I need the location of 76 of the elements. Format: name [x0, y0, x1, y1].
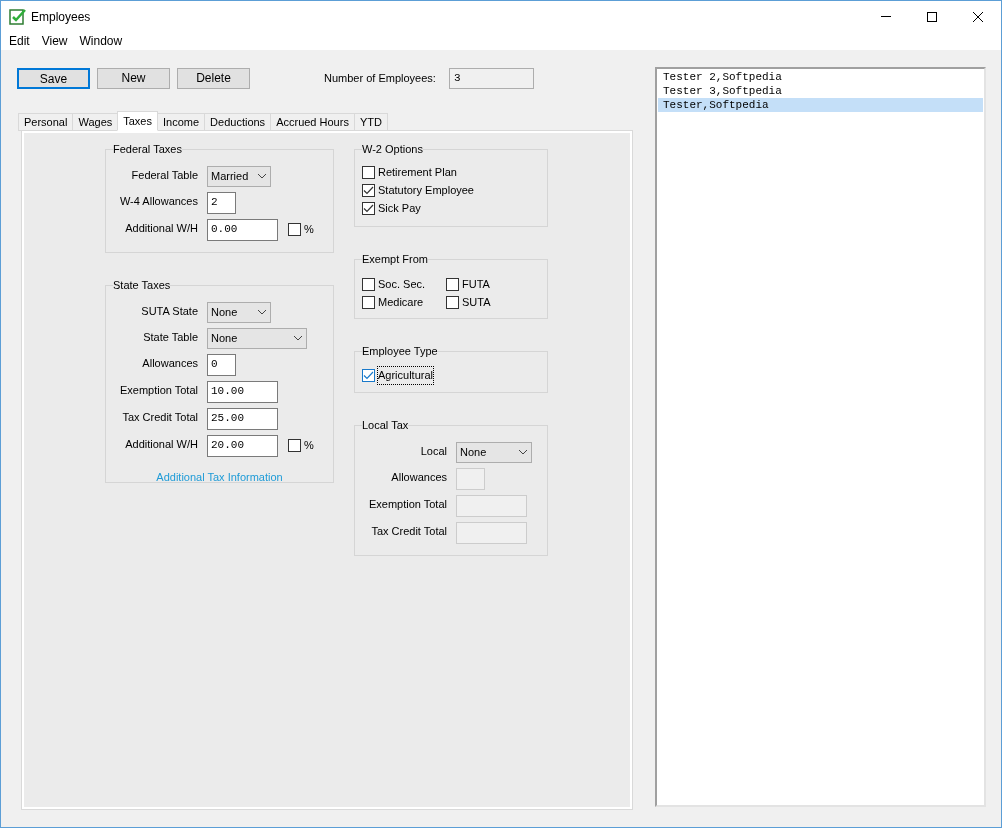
chevron-icon	[293, 335, 303, 341]
chevron-icon	[257, 173, 267, 179]
chevron-icon	[518, 449, 528, 455]
checkbox-label: Retirement Plan	[378, 165, 457, 181]
checkbox-label: Agricultural	[378, 367, 434, 384]
field-label: Tax Credit Total	[121, 409, 198, 425]
dropdown[interactable]: None	[456, 441, 532, 463]
checkbox[interactable]	[288, 223, 301, 236]
list-item[interactable]: Tester 3,Softpedia	[658, 84, 983, 98]
group-title: Employee Type	[362, 344, 438, 359]
input-field[interactable]: 20.00	[207, 434, 278, 457]
checkbox[interactable]	[362, 296, 375, 309]
count-field: 3	[448, 67, 534, 89]
group-title: Federal Taxes	[113, 142, 182, 157]
field-label: Exemption Total	[367, 496, 447, 512]
field-label: Allowances	[390, 469, 447, 485]
field-label: Tax Credit Total	[370, 523, 447, 539]
field-label: Exemption Total	[118, 382, 198, 398]
action-button[interactable]: Delete	[177, 67, 250, 89]
tab[interactable]: Personal	[18, 113, 74, 131]
minimize-icon	[881, 16, 891, 17]
action-button[interactable]: Save	[17, 67, 90, 89]
checkbox-label: FUTA	[462, 277, 490, 293]
group-title: Exempt From	[362, 252, 428, 267]
field-label: SUTA State	[140, 303, 198, 319]
check-icon	[363, 371, 374, 380]
tab[interactable]: Taxes	[117, 111, 158, 131]
menu-item[interactable]: Window	[73, 32, 129, 50]
checkbox-label: %	[304, 438, 314, 454]
count-label: Number of Employees:	[324, 70, 436, 86]
field-label: Federal Table	[130, 167, 198, 183]
field-label: Additional W/H	[124, 220, 198, 236]
checkbox-label: Sick Pay	[378, 201, 421, 217]
field-label: Local	[419, 443, 447, 459]
checkbox[interactable]	[362, 184, 375, 197]
menu-item[interactable]: View	[35, 32, 74, 50]
field-label: W-4 Allowances	[118, 193, 198, 209]
input-field[interactable]: 2	[207, 191, 236, 214]
checkbox-label: Medicare	[378, 295, 424, 311]
input-field[interactable]: 0	[207, 353, 236, 376]
group-title: Local Tax	[362, 418, 409, 433]
window-title: Employees	[31, 8, 91, 26]
tab[interactable]: YTD	[353, 113, 388, 131]
input-field[interactable]: 25.00	[207, 407, 278, 430]
checkbox[interactable]	[446, 278, 459, 291]
action-button[interactable]: New	[97, 67, 170, 89]
field-label: Allowances	[141, 355, 198, 371]
menu-item[interactable]: Edit	[3, 32, 36, 50]
group-title: State Taxes	[113, 278, 171, 293]
tab[interactable]: Wages	[72, 113, 119, 131]
list-item[interactable]: Tester,Softpedia	[658, 98, 983, 112]
group-title: W-2 Options	[362, 142, 423, 157]
checkbox[interactable]	[446, 296, 459, 309]
checkbox[interactable]	[362, 278, 375, 291]
check-icon	[363, 204, 374, 213]
maximize-icon	[927, 11, 937, 22]
chevron-icon	[257, 309, 267, 315]
field-label: State Table	[142, 329, 198, 345]
checkbox-label: %	[304, 222, 314, 238]
check-icon	[363, 186, 374, 195]
checkbox-label: Statutory Employee	[378, 183, 474, 199]
app-icon	[9, 7, 27, 26]
input-field[interactable]: 10.00	[207, 380, 278, 403]
input-field[interactable]: 0.00	[207, 218, 278, 241]
checkbox-label: Soc. Sec.	[378, 277, 426, 293]
checkbox[interactable]	[288, 439, 301, 452]
list-item[interactable]: Tester 2,Softpedia	[658, 70, 983, 84]
checkbox[interactable]	[362, 202, 375, 215]
dropdown[interactable]: None	[207, 301, 271, 323]
field-label: Additional W/H	[124, 436, 198, 452]
checkbox-label: SUTA	[462, 295, 491, 311]
dropdown[interactable]: None	[207, 327, 307, 349]
checkbox[interactable]	[362, 369, 375, 382]
checkbox[interactable]	[362, 166, 375, 179]
close-icon	[973, 11, 983, 22]
dropdown[interactable]: Married	[207, 165, 271, 187]
